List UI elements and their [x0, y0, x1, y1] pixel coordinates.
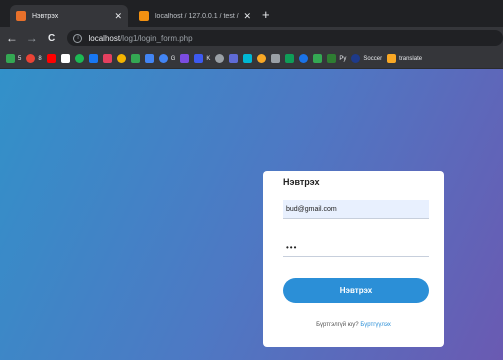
back-button[interactable]: ← — [4, 31, 20, 45]
email-field[interactable]: bud@gmail.com — [283, 200, 429, 219]
bookmark-item[interactable] — [130, 54, 140, 63]
forward-button[interactable]: → — [24, 31, 40, 45]
bookmark-icon — [158, 54, 168, 63]
bookmark-icon — [194, 54, 204, 63]
signup-prompt-text: Бүртгэлгүй юу? — [316, 322, 359, 328]
bookmark-item[interactable]: Py — [327, 54, 346, 63]
login-card: Нэвтрэх bud@gmail.com ••• Нэвтрэх Бүртгэ… — [263, 171, 444, 347]
page-background: Нэвтрэх bud@gmail.com ••• Нэвтрэх Бүртгэ… — [0, 69, 503, 360]
bookmark-label: G — [170, 55, 176, 62]
bookmark-item[interactable] — [116, 54, 126, 63]
bookmark-item[interactable] — [60, 54, 70, 63]
url-path: /log1/login_form.php — [120, 33, 193, 43]
bookmark-icon — [26, 54, 36, 63]
bookmark-label: Py — [339, 55, 347, 62]
tab-phpmyadmin[interactable]: localhost / 127.0.0.1 / test / data ✕ — [133, 5, 257, 27]
site-info-icon[interactable]: i — [73, 33, 83, 43]
bookmark-icon — [74, 54, 84, 63]
bookmark-icon — [60, 54, 70, 63]
bookmark-item[interactable] — [144, 54, 154, 63]
bookmark-item[interactable] — [46, 54, 56, 63]
signup-prompt: Бүртгэлгүй юу? Бүртгүүлэх — [263, 322, 444, 328]
login-button[interactable]: Нэвтрэх — [283, 278, 429, 303]
bookmark-item[interactable] — [180, 54, 190, 63]
bookmark-icon — [88, 54, 98, 63]
login-title: Нэвтрэх — [283, 177, 320, 187]
bookmark-icon — [46, 54, 56, 63]
bookmark-icon — [130, 54, 140, 63]
bookmark-icon — [116, 54, 126, 63]
bookmark-item[interactable] — [257, 54, 267, 63]
bookmark-icon — [229, 54, 239, 63]
reload-button[interactable]: C — [44, 33, 60, 44]
bookmark-icon — [351, 54, 361, 63]
tab-title: Нэвтрэх — [32, 12, 59, 20]
bookmark-item[interactable] — [102, 54, 112, 63]
bookmark-label: 5 — [18, 55, 22, 62]
bookmark-icon — [243, 54, 253, 63]
bookmark-icon — [285, 54, 295, 63]
tab-strip: Нэвтрэх ✕ localhost / 127.0.0.1 / test /… — [0, 0, 503, 27]
favicon-icon — [16, 11, 26, 21]
bookmark-label: 8 — [38, 55, 42, 62]
bookmark-icon — [387, 54, 397, 63]
bookmark-item[interactable]: 8 — [26, 54, 42, 63]
new-tab-button[interactable]: + — [262, 5, 270, 25]
bookmark-item[interactable] — [74, 54, 84, 63]
password-field[interactable]: ••• — [283, 238, 429, 257]
bookmark-item[interactable] — [313, 54, 323, 63]
bookmark-item[interactable]: translate — [387, 54, 422, 63]
bookmark-item[interactable]: K — [194, 54, 210, 63]
bookmark-icon — [257, 54, 267, 63]
bookmark-icon — [327, 54, 337, 63]
bookmark-item[interactable] — [215, 54, 225, 63]
bookmark-icon — [144, 54, 154, 63]
bookmark-item[interactable] — [88, 54, 98, 63]
signup-link[interactable]: Бүртгүүлэх — [360, 322, 391, 328]
close-tab-icon[interactable]: ✕ — [243, 11, 251, 22]
bookmark-item[interactable] — [243, 54, 253, 63]
bookmark-label: Soccer — [363, 55, 383, 62]
bookmark-label: K — [206, 55, 211, 62]
phpmyadmin-icon — [139, 11, 149, 21]
browser-toolbar: ← → C i localhost /log1/login_form.php — [0, 27, 503, 49]
bookmark-icon — [299, 54, 309, 63]
bookmark-item[interactable] — [285, 54, 295, 63]
tab-login[interactable]: Нэвтрэх ✕ — [10, 5, 128, 27]
bookmark-icon — [215, 54, 225, 63]
bookmark-item[interactable]: 5 — [6, 54, 21, 63]
bookmark-icon — [6, 54, 15, 63]
bookmark-item[interactable] — [299, 54, 309, 63]
bookmark-item[interactable]: G — [158, 54, 176, 63]
tab-title: localhost / 127.0.0.1 / test / data — [155, 12, 239, 20]
url-host: localhost — [88, 33, 121, 43]
bookmark-icon — [180, 54, 190, 63]
bookmark-item[interactable]: Soccer — [351, 54, 382, 63]
bookmark-label: translate — [399, 55, 423, 62]
bookmark-icon — [313, 54, 323, 63]
bookmark-icon — [102, 54, 112, 63]
bookmark-icon — [271, 54, 281, 63]
bookmark-item[interactable] — [229, 54, 239, 63]
address-bar[interactable]: i localhost /log1/login_form.php — [67, 30, 503, 46]
bookmark-item[interactable] — [271, 54, 281, 63]
bookmarks-bar: 5 8 G K Py Soccer translate — [0, 49, 503, 69]
close-tab-icon[interactable]: ✕ — [114, 11, 122, 22]
